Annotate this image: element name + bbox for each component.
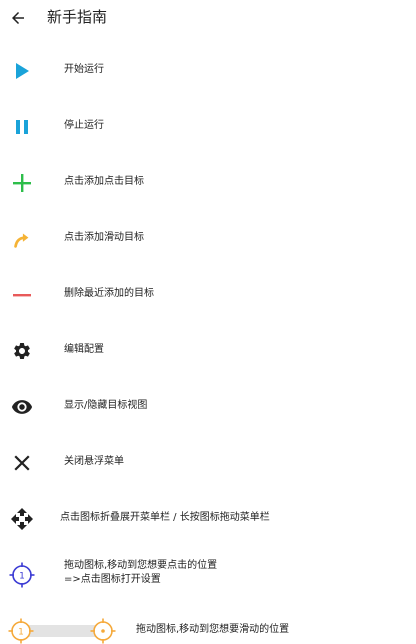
guide-item-label: 关闭悬浮菜单 bbox=[64, 456, 124, 467]
swipe-arrow-icon bbox=[8, 227, 36, 251]
eye-icon bbox=[8, 395, 36, 419]
move-icon bbox=[8, 507, 36, 531]
arrow-left-icon bbox=[12, 12, 24, 24]
guide-item-start: 开始运行 bbox=[0, 51, 416, 91]
guide-item-swipe-target: 1 拖动图标,移动到您想要滑动的位置 bbox=[0, 612, 416, 644]
guide-item-edit-config: 编辑配置 bbox=[0, 331, 416, 371]
page-title: 新手指南 bbox=[47, 8, 108, 26]
click-target-icon: 1 bbox=[8, 562, 36, 588]
guide-item-close-menu: 关闭悬浮菜单 bbox=[0, 443, 416, 483]
guide-item-delete-recent: 删除最近添加的目标 bbox=[0, 275, 416, 315]
guide-item-label: 编辑配置 bbox=[64, 344, 104, 355]
guide-item-click-target: 1 拖动图标,移动到您想要点击的位置 =>点击图标打开设置 bbox=[0, 555, 416, 595]
swipe-end-target-icon bbox=[90, 618, 116, 644]
gear-icon bbox=[8, 339, 36, 363]
guide-item-label: 删除最近添加的目标 bbox=[64, 288, 154, 299]
click-target-badge: 1 bbox=[19, 572, 25, 582]
guide-item-label: 拖动图标,移动到您想要点击的位置 =>点击图标打开设置 bbox=[64, 559, 217, 587]
guide-item-label: 点击图标折叠展开菜单栏 / 长按图标拖动菜单栏 bbox=[60, 512, 270, 523]
guide-item-label: 点击添加滑动目标 bbox=[64, 232, 144, 243]
guide-item-add-click: 点击添加点击目标 bbox=[0, 163, 416, 203]
close-icon bbox=[8, 451, 36, 475]
guide-item-toggle-view: 显示/隐藏目标视图 bbox=[0, 387, 416, 427]
guide-item-label: 显示/隐藏目标视图 bbox=[64, 400, 148, 411]
guide-item-move-menu: 点击图标折叠展开菜单栏 / 长按图标拖动菜单栏 bbox=[0, 499, 416, 539]
swipe-target-badge: 1 bbox=[18, 628, 24, 638]
guide-item-label: 停止运行 bbox=[64, 120, 104, 131]
guide-item-label: 拖动图标,移动到您想要滑动的位置 bbox=[136, 624, 290, 635]
guide-item-label: 开始运行 bbox=[64, 64, 104, 75]
app-header: 新手指南 bbox=[0, 0, 416, 38]
pause-icon bbox=[8, 115, 36, 139]
minus-icon bbox=[8, 283, 36, 307]
guide-item-stop: 停止运行 bbox=[0, 107, 416, 147]
play-icon bbox=[8, 59, 36, 83]
back-button[interactable] bbox=[4, 4, 32, 32]
swipe-start-target-icon: 1 bbox=[8, 618, 34, 644]
plus-icon bbox=[8, 171, 36, 195]
guide-item-add-swipe: 点击添加滑动目标 bbox=[0, 219, 416, 259]
guide-item-label-line2: =>点击图标打开设置 bbox=[64, 574, 161, 585]
guide-item-label-line1: 拖动图标,移动到您想要点击的位置 bbox=[64, 560, 218, 571]
guide-item-label: 点击添加点击目标 bbox=[64, 176, 144, 187]
